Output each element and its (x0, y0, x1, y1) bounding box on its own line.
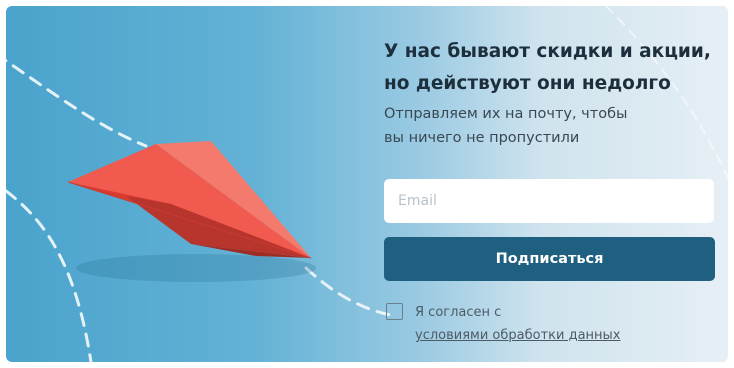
dashed-path-top (6, 59, 148, 148)
dashed-path-right (605, 6, 728, 181)
dashed-path-left (6, 189, 93, 362)
promo-heading: У нас бывают скидки и акции, но действую… (384, 36, 724, 100)
promo-subtext-line1: Отправляем их на почту, чтобы (384, 106, 628, 122)
promo-heading-line1: У нас бывают скидки и акции, (384, 41, 711, 62)
consent-checkbox[interactable] (386, 303, 403, 320)
subscription-banner: У нас бывают скидки и акции, но действую… (6, 6, 728, 362)
promo-subtext-line2: вы ничего не пропустили (384, 130, 580, 146)
paper-plane-illustration (67, 141, 312, 259)
subscribe-button[interactable]: Подписаться (384, 237, 715, 281)
email-field[interactable] (384, 179, 714, 223)
dashed-path-trail (304, 266, 398, 318)
promo-heading-line2: но действуют они недолго (384, 73, 671, 94)
consent-label: Я согласен с условиями обработки данных (415, 301, 621, 347)
plane-shadow (76, 254, 316, 282)
consent-terms-link[interactable]: условиями обработки данных (415, 328, 621, 343)
promo-subtext: Отправляем их на почту, чтобы вы ничего … (384, 102, 704, 150)
consent-text: Я согласен с (415, 305, 502, 320)
